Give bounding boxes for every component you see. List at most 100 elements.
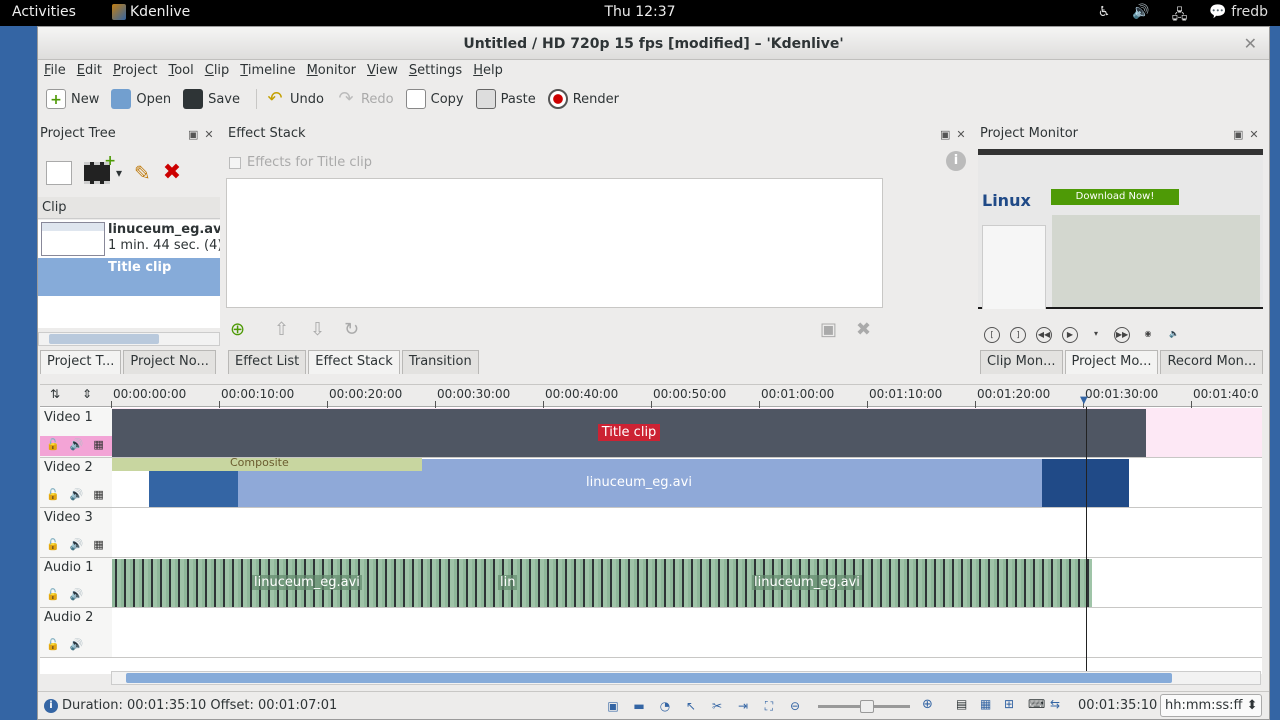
reset-icon[interactable]: ↻ [344, 319, 359, 340]
title-clip-block[interactable]: Title clip [112, 409, 1146, 457]
project-tree-scrollbar[interactable] [38, 332, 220, 346]
playhead[interactable] [1086, 407, 1087, 675]
track-lane-video-2[interactable]: linuceum_eg.avi Composite [112, 456, 1262, 508]
zoom-slider[interactable] [818, 700, 910, 713]
app-menu[interactable]: Kdenlive [112, 4, 190, 20]
track-header-video-3[interactable]: Video 3 🔓 🔊 ▦ [40, 508, 112, 558]
track-height-icon[interactable]: ⇕ [82, 387, 92, 401]
lock-icon[interactable]: 🔓 [46, 538, 60, 551]
zoom-slider-handle[interactable] [860, 700, 874, 713]
info-icon[interactable]: i [946, 151, 966, 171]
zoom-out-icon[interactable]: ⊖ [786, 697, 804, 715]
tab-transition[interactable]: Transition [401, 350, 479, 374]
add-effect-icon[interactable]: ⊕ [230, 319, 245, 340]
timecode-format-select[interactable]: hh:mm:ss:ff ⬍ [1160, 694, 1262, 717]
selection-tool-icon[interactable]: ↖ [682, 697, 700, 715]
effects-enable-checkbox[interactable]: Effects for Title clip [229, 155, 372, 170]
scrollbar-thumb[interactable] [49, 334, 159, 344]
video-thumbnails-icon[interactable]: ▣ [604, 697, 622, 715]
set-zone-start-icon[interactable]: [ [984, 327, 1000, 343]
copy-button[interactable]: Copy [404, 86, 474, 112]
volume-icon[interactable]: 🔊 [1132, 4, 1149, 28]
clock[interactable]: Thu 12:37 [0, 4, 1280, 20]
user-menu[interactable]: 💬 fredb [1209, 4, 1268, 28]
monitor-dock-controls[interactable]: ▣✕ [1233, 128, 1265, 141]
menu-file[interactable]: File [42, 61, 75, 83]
rewind-icon[interactable]: ◀◀ [1036, 327, 1052, 343]
open-button[interactable]: Open [109, 86, 181, 112]
split-audio-icon[interactable]: ▤ [956, 697, 967, 711]
redo-button[interactable]: ↷ Redo [334, 86, 404, 112]
lock-icon[interactable]: 🔓 [46, 638, 60, 651]
menu-project[interactable]: Project [111, 61, 167, 83]
audio-clip-block[interactable]: linuceum_eg.avi lin linuceum_eg.avi [112, 559, 1092, 607]
timeline-scrollbar[interactable] [111, 671, 1261, 685]
render-button[interactable]: Render [546, 86, 629, 112]
zoom-in-icon[interactable]: ⊕ [922, 697, 933, 712]
snap-icon[interactable]: ⊞ [1004, 697, 1014, 711]
hide-video-icon[interactable]: ▦ [93, 538, 103, 551]
track-lane-audio-1[interactable]: linuceum_eg.avi lin linuceum_eg.avi [112, 558, 1262, 608]
close-window-button[interactable]: ✕ [1244, 27, 1257, 61]
clip-column-header[interactable]: Clip [38, 197, 220, 219]
effect-stack-dock-controls[interactable]: ▣✕ [940, 128, 972, 141]
playhead-marker-icon[interactable]: ▼ [1080, 395, 1088, 406]
mute-icon[interactable]: 🔊 [70, 488, 84, 501]
forward-icon[interactable]: ▶▶ [1114, 327, 1130, 343]
tab-project-notes[interactable]: Project No... [123, 350, 216, 374]
mute-icon[interactable]: 🔊 [70, 538, 84, 551]
chevron-down-icon[interactable]: ▾ [116, 166, 122, 180]
project-tree-dock-controls[interactable]: ▣✕ [188, 128, 220, 141]
project-monitor-view[interactable]: Linux Download Now! [978, 149, 1263, 309]
tab-effect-list[interactable]: Effect List [228, 350, 307, 374]
menu-settings[interactable]: Settings [407, 61, 471, 83]
track-lane-video-3[interactable] [112, 508, 1262, 558]
tab-clip-monitor[interactable]: Clip Mon... [980, 350, 1063, 374]
new-button[interactable]: + New [44, 86, 109, 112]
tab-record-monitor[interactable]: Record Mon... [1160, 350, 1264, 374]
razor-tool-icon[interactable]: ✂ [708, 697, 726, 715]
save-button[interactable]: Save [181, 86, 250, 112]
menu-tool[interactable]: Tool [166, 61, 202, 83]
checkbox[interactable] [229, 156, 241, 169]
menu-help[interactable]: Help [471, 61, 512, 83]
edit-clip-icon[interactable]: ✎ [134, 161, 151, 185]
hide-video-icon[interactable]: ▦ [93, 488, 103, 501]
fit-zoom-icon[interactable]: ⛶ [760, 697, 778, 715]
list-item[interactable]: linuceum_eg.avi 1 min. 44 sec. (4) [38, 220, 220, 258]
tab-project-tree[interactable]: Project T... [40, 350, 122, 374]
track-header-video-2[interactable]: Video 2 🔓 🔊 ▦ [40, 458, 112, 508]
fit-zoom-icon[interactable]: ⇅ [50, 387, 60, 401]
track-header-video-1[interactable]: Video 1 🔓 🔊 ▦ [40, 408, 112, 458]
keyboard-icon[interactable]: ⌨ [1028, 697, 1045, 711]
chevron-down-icon[interactable]: ▾ [1088, 327, 1104, 343]
menu-edit[interactable]: Edit [75, 61, 111, 83]
track-lane-audio-2[interactable] [112, 608, 1262, 658]
audio-thumbnails-icon[interactable]: ▬ [630, 697, 648, 715]
hide-video-icon[interactable]: ▦ [93, 438, 103, 456]
effect-list-area[interactable] [226, 178, 883, 308]
menu-monitor[interactable]: Monitor [305, 61, 365, 83]
mute-icon[interactable]: 🔊 [70, 638, 84, 651]
composite-transition[interactable]: Composite [112, 456, 422, 471]
accessibility-icon[interactable]: ♿ [1098, 4, 1111, 28]
scrollbar-thumb[interactable] [126, 673, 1172, 683]
list-item[interactable]: Title clip [38, 258, 220, 296]
track-header-audio-2[interactable]: Audio 2 🔓 🔊 [40, 608, 112, 658]
lock-icon[interactable]: 🔓 [46, 488, 60, 501]
clip-properties-button[interactable] [46, 160, 72, 185]
transition-mode-icon[interactable]: ⇆ [1050, 697, 1060, 711]
activities-button[interactable]: Activities [12, 4, 76, 20]
undo-button[interactable]: ↶ Undo [263, 86, 334, 112]
menu-view[interactable]: View [365, 61, 407, 83]
play-icon[interactable]: ▶ [1062, 327, 1078, 343]
arrow-down-icon[interactable]: ⇩ [310, 319, 325, 340]
set-zone-end-icon[interactable]: ] [1010, 327, 1026, 343]
arrow-up-icon[interactable]: ⇧ [274, 319, 289, 340]
save-effect-icon[interactable]: ▣ [820, 319, 837, 340]
lock-icon[interactable]: 🔓 [46, 438, 60, 456]
view-options-icon[interactable]: ◉ [1140, 327, 1156, 343]
markers-icon[interactable]: ◔ [656, 697, 674, 715]
paste-button[interactable]: Paste [474, 86, 546, 112]
delete-effect-icon[interactable]: ✖ [856, 319, 871, 340]
